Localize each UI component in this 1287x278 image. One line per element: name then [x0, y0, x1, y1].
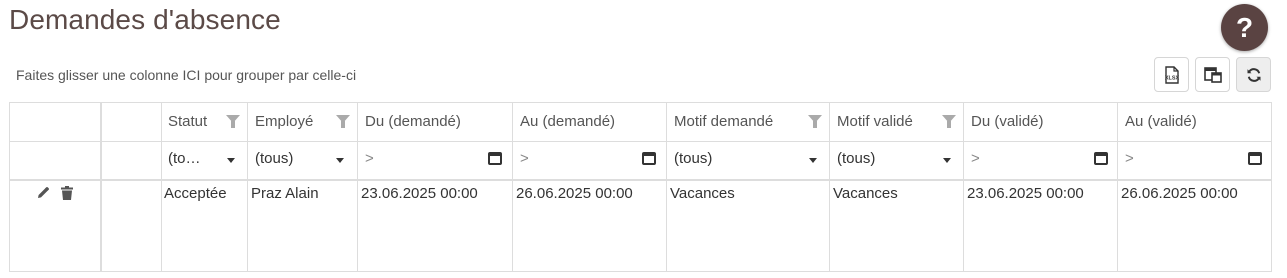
- export-excel-button[interactable]: XLSX: [1154, 57, 1189, 92]
- refresh-button[interactable]: [1236, 57, 1271, 92]
- motif-demande-filter-select[interactable]: (tous): [666, 141, 829, 178]
- filter-operator: >: [971, 150, 980, 167]
- chevron-down-icon[interactable]: [227, 158, 235, 163]
- cell-du-demande: 23.06.2025 00:00: [361, 185, 478, 202]
- calendar-icon[interactable]: [1094, 152, 1108, 165]
- column-header-label: Du (demandé): [365, 113, 461, 130]
- chevron-down-icon[interactable]: [809, 158, 817, 163]
- delete-button[interactable]: [61, 186, 73, 205]
- help-button[interactable]: ?: [1221, 4, 1268, 51]
- filter-icon[interactable]: [336, 115, 350, 128]
- filter-icon[interactable]: [226, 115, 240, 128]
- cell-du-valide: 23.06.2025 00:00: [967, 185, 1084, 202]
- filter-operator: >: [520, 150, 529, 167]
- group-panel-hint[interactable]: Faites glisser une colonne ICI pour grou…: [16, 67, 356, 83]
- column-chooser-button[interactable]: [1195, 57, 1230, 92]
- calendar-icon[interactable]: [1248, 152, 1262, 165]
- filter-operator: >: [365, 150, 374, 167]
- cell-motif-valide: Vacances: [833, 185, 898, 202]
- cell-statut: Acceptée: [164, 185, 227, 202]
- column-header-label: Au (demandé): [520, 113, 616, 130]
- column-header-au-valide[interactable]: Au (validé): [1117, 103, 1271, 141]
- cell-motif-demande: Vacances: [670, 185, 735, 202]
- filter-value: (tous): [837, 150, 876, 167]
- cell-au-demande: 26.06.2025 00:00: [516, 185, 633, 202]
- chevron-down-icon[interactable]: [943, 158, 951, 163]
- refresh-icon: [1247, 67, 1260, 82]
- column-chooser-icon: [1203, 66, 1222, 83]
- column-header-au-demande[interactable]: Au (demandé): [512, 103, 666, 141]
- chevron-down-icon[interactable]: [336, 158, 344, 163]
- xlsx-export-icon: XLSX: [1164, 65, 1179, 84]
- calendar-icon[interactable]: [488, 152, 502, 165]
- cell-au-valide: 26.06.2025 00:00: [1121, 185, 1238, 202]
- svg-text:XLSX: XLSX: [1164, 75, 1179, 81]
- column-header-du-valide[interactable]: Du (validé): [963, 103, 1117, 141]
- filter-icon[interactable]: [808, 115, 822, 128]
- column-header-label: Motif demandé: [674, 113, 774, 130]
- filter-value: (tous): [674, 150, 713, 167]
- filter-value: (tous): [255, 150, 294, 167]
- column-header-du-demande[interactable]: Du (demandé): [357, 103, 512, 141]
- column-header-motif-demande[interactable]: Motif demandé: [666, 103, 829, 141]
- filter-icon[interactable]: [942, 115, 956, 128]
- column-divider: [100, 103, 102, 271]
- filter-operator: >: [1125, 150, 1134, 167]
- column-header-label: Statut: [168, 113, 208, 130]
- column-header-label: Employé: [255, 113, 314, 130]
- page-title: Demandes d'absence: [9, 4, 281, 35]
- filter-value: (to…: [168, 150, 201, 167]
- column-header-label: Motif validé: [837, 113, 913, 130]
- column-header-label: Du (validé): [971, 113, 1044, 130]
- edit-button[interactable]: [36, 186, 50, 205]
- pencil-icon: [38, 187, 49, 198]
- trash-icon: [61, 186, 73, 200]
- cell-employe: Praz Alain: [251, 185, 319, 202]
- absence-requests-grid: Statut Employé Du (demandé) Au (demandé)…: [9, 102, 1272, 272]
- calendar-icon[interactable]: [642, 152, 656, 165]
- column-header-label: Au (validé): [1125, 113, 1197, 130]
